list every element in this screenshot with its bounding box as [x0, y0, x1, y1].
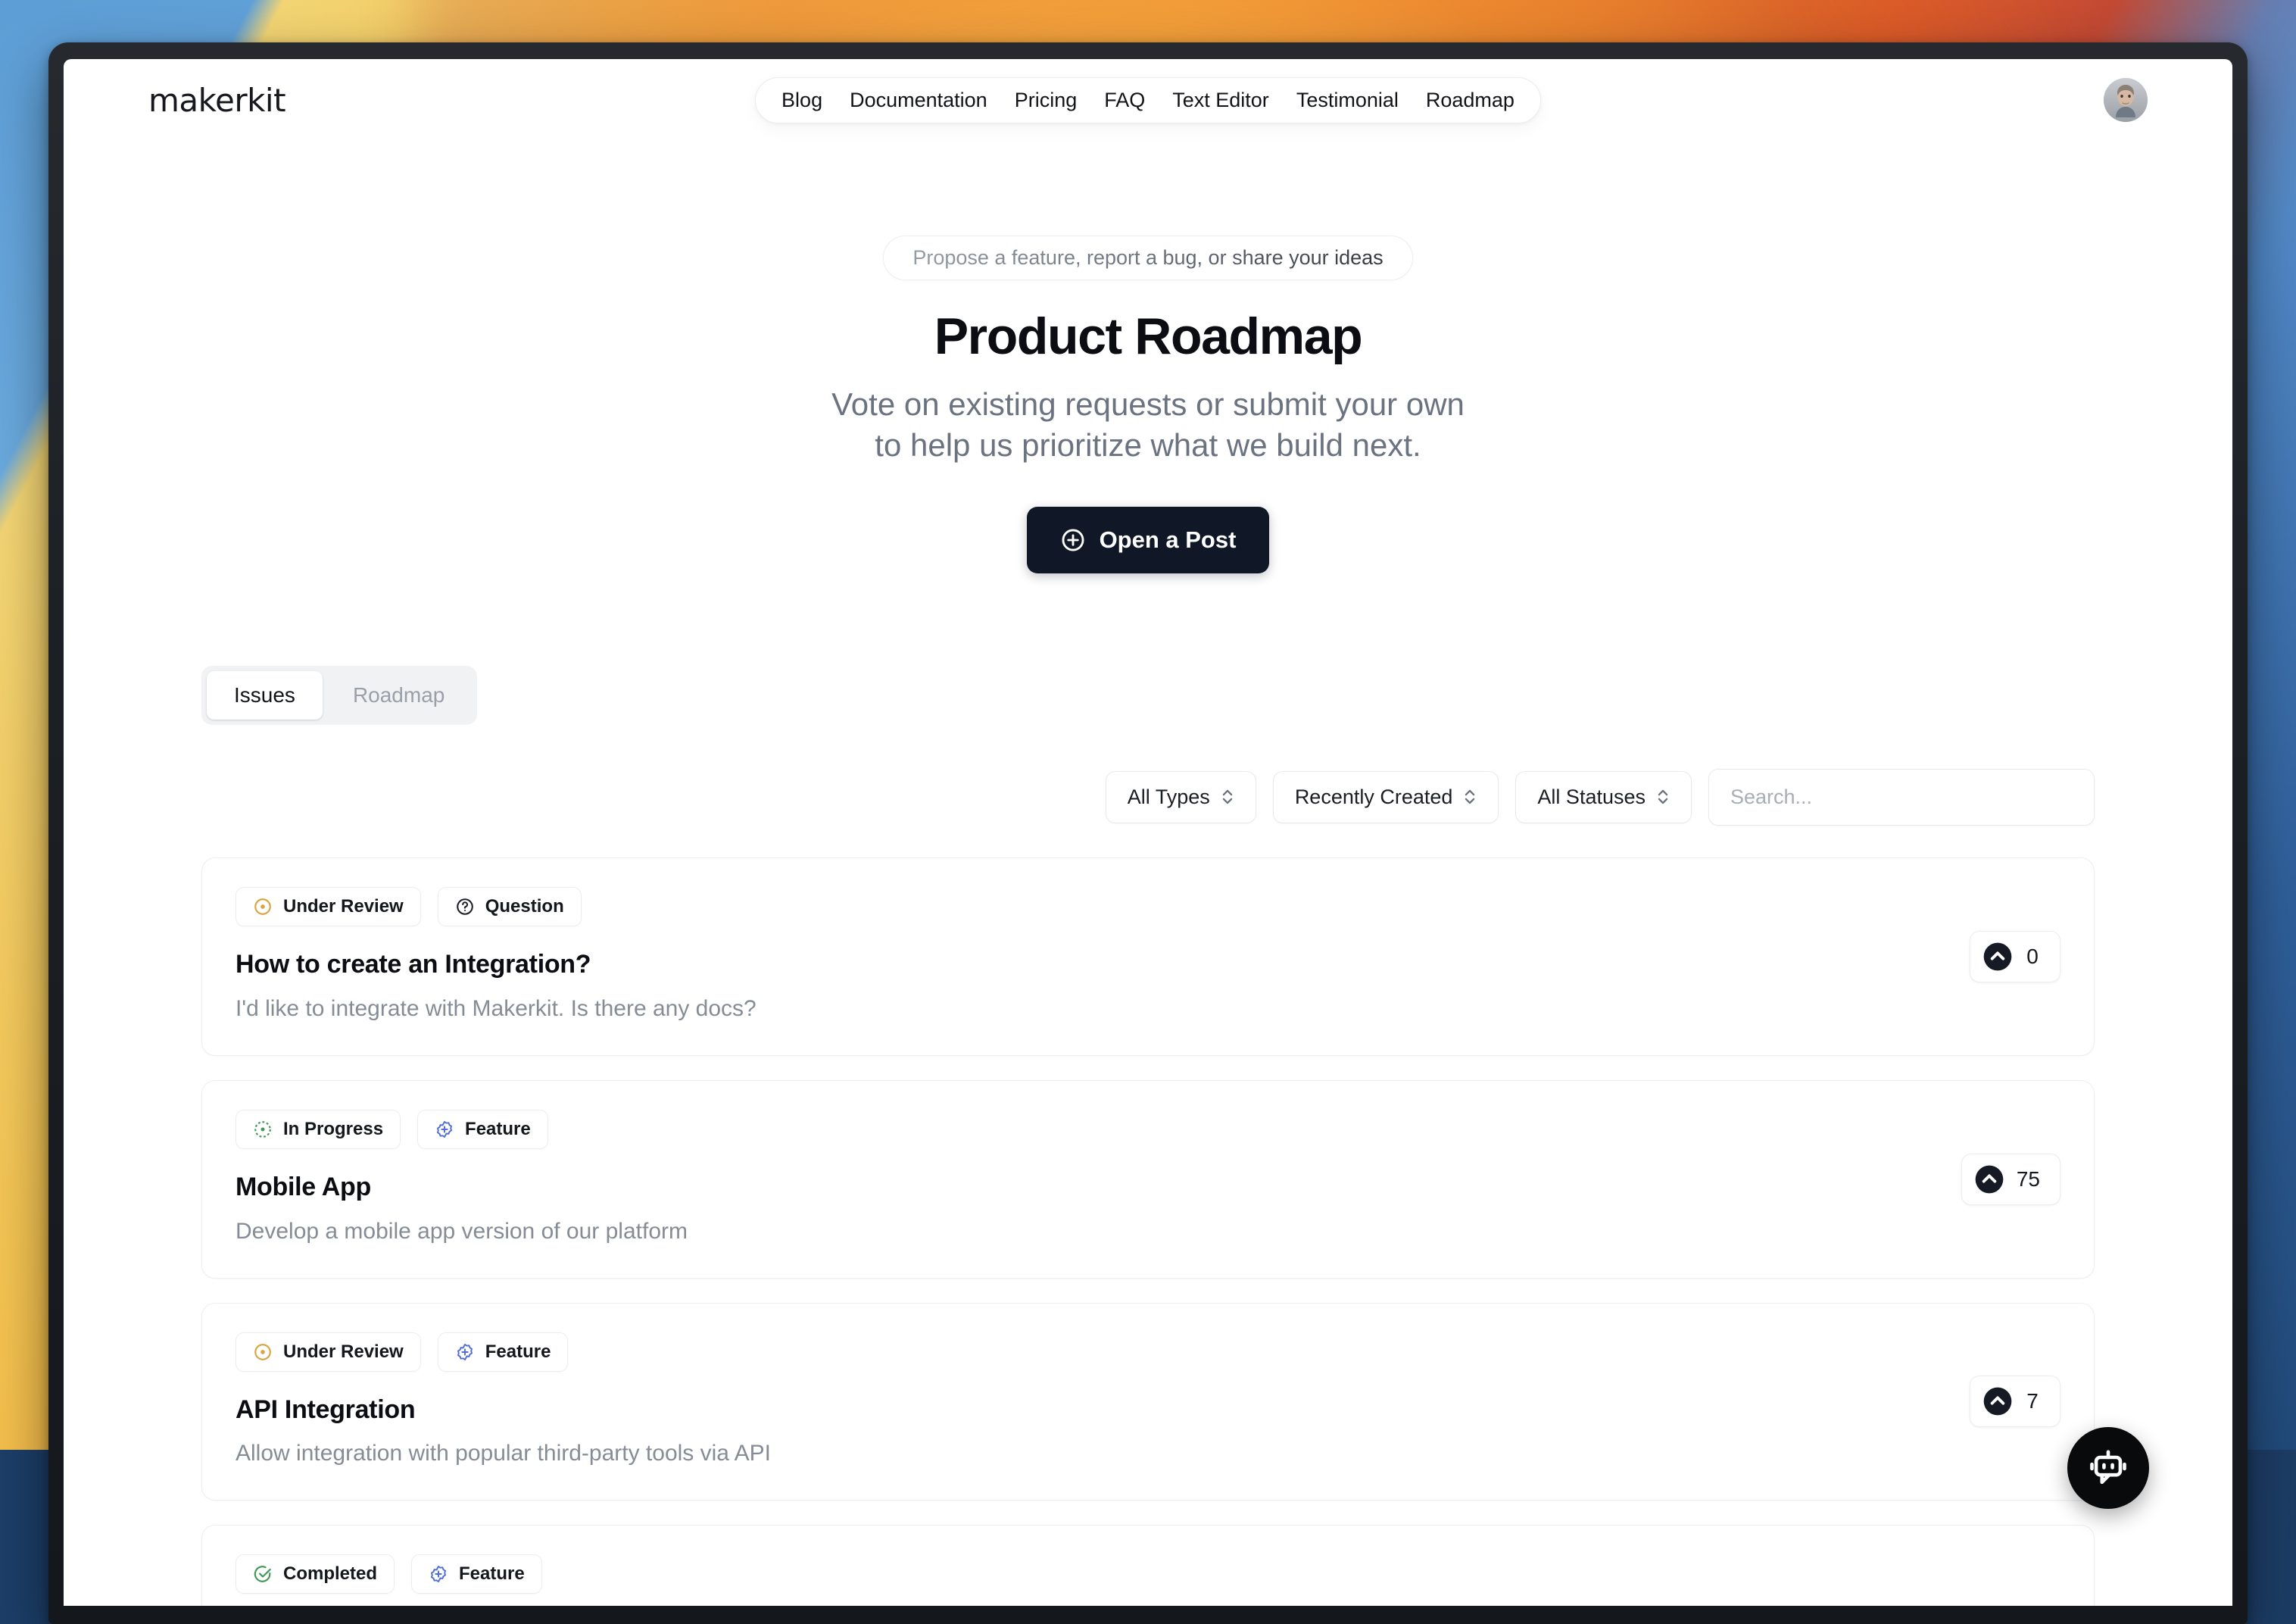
issue-title: Mobile App	[236, 1172, 371, 1201]
plus-badge-icon	[429, 1564, 448, 1584]
vote-button[interactable]: 75	[1961, 1153, 2060, 1205]
nav-link-faq[interactable]: FAQ	[1104, 89, 1145, 111]
chevron-updown-icon	[1463, 787, 1477, 807]
filter-status-value: All Statuses	[1537, 785, 1646, 808]
chat-bot-icon	[2086, 1446, 2130, 1490]
type-badge: Feature	[437, 1332, 569, 1372]
hero-subtitle: Vote on existing requests or submit your…	[64, 384, 2232, 466]
issue-card[interactable]: Completed Feature	[201, 1525, 2095, 1606]
search-input[interactable]	[1708, 768, 2095, 826]
issue-description: I'd like to integrate with Makerkit. Is …	[236, 995, 756, 1021]
plus-badge-icon	[455, 1342, 475, 1362]
nav-link-pricing[interactable]: Pricing	[1015, 89, 1078, 111]
nav-link-testimonial[interactable]: Testimonial	[1296, 89, 1399, 111]
type-badge: Question	[437, 886, 582, 926]
issue-card[interactable]: In Progress Feature Mobile App Develop a…	[201, 1079, 2095, 1279]
badge-row: In Progress Feature	[236, 1109, 2060, 1149]
plus-circle-icon	[1060, 527, 1086, 553]
desktop-background: makerkit Blog Documentation Pricing FAQ …	[0, 0, 2296, 1624]
type-badge-label: Feature	[465, 1118, 531, 1139]
hero-subtitle-line-2: to help us prioritize what we build next…	[875, 427, 1421, 464]
dashed-circle-dot-icon	[253, 1120, 273, 1139]
status-badge: Completed	[236, 1554, 395, 1594]
status-badge: Under Review	[236, 1332, 421, 1372]
page-title: Product Roadmap	[934, 308, 1363, 365]
status-badge-label: In Progress	[283, 1118, 384, 1139]
tab-issues[interactable]: Issues	[207, 670, 323, 720]
vote-count: 75	[2016, 1166, 2040, 1191]
tab-roadmap[interactable]: Roadmap	[326, 671, 472, 720]
laptop-bezel: makerkit Blog Documentation Pricing FAQ …	[48, 42, 2248, 1624]
type-badge-label: Question	[485, 895, 564, 917]
status-badge: Under Review	[236, 886, 421, 926]
badge-row: Completed Feature	[236, 1554, 2060, 1594]
dot-circle-icon	[253, 1342, 273, 1362]
type-badge: Feature	[417, 1109, 548, 1149]
vote-button[interactable]: 7	[1970, 1376, 2060, 1428]
issue-card[interactable]: Under Review Question How to create an I…	[201, 857, 2095, 1056]
avatar[interactable]	[2104, 78, 2148, 122]
tabs-row: Issues Roadmap	[64, 573, 2232, 725]
open-post-button-label: Open a Post	[1099, 526, 1237, 553]
type-badge-label: Feature	[459, 1563, 525, 1585]
issue-title: How to create an Integration?	[236, 949, 591, 979]
hero-subtitle-line-1: Vote on existing requests or submit your…	[831, 386, 1465, 423]
chat-widget-button[interactable]	[2067, 1427, 2149, 1509]
filter-status-select[interactable]: All Statuses	[1515, 770, 1692, 823]
plus-badge-icon	[435, 1120, 454, 1139]
open-post-button[interactable]: Open a Post	[1026, 506, 1270, 573]
chevron-up-circle-icon	[1982, 1386, 2013, 1416]
filter-type-value: All Types	[1127, 785, 1210, 808]
issue-description: Develop a mobile app version of our plat…	[236, 1218, 688, 1244]
view-tabs: Issues Roadmap	[201, 665, 478, 725]
nav-link-roadmap[interactable]: Roadmap	[1426, 89, 1515, 111]
filter-sort-value: Recently Created	[1294, 785, 1453, 808]
main-navigation: Blog Documentation Pricing FAQ Text Edit…	[755, 77, 1541, 123]
issue-title: API Integration	[236, 1394, 416, 1424]
filter-type-select[interactable]: All Types	[1105, 770, 1256, 823]
chevron-up-circle-icon	[1974, 1164, 2004, 1195]
brand-logo[interactable]: makerkit	[148, 82, 286, 119]
question-circle-icon	[455, 897, 475, 917]
browser-viewport: makerkit Blog Documentation Pricing FAQ …	[64, 59, 2232, 1606]
status-badge-label: Completed	[283, 1563, 378, 1585]
hero-section: Propose a feature, report a bug, or shar…	[64, 141, 2232, 573]
nav-link-documentation[interactable]: Documentation	[850, 89, 987, 111]
vote-count: 7	[2026, 1389, 2039, 1413]
badge-row: Under Review Feature	[236, 1332, 2060, 1372]
chevron-updown-icon	[1656, 787, 1670, 807]
dot-circle-icon	[253, 897, 273, 917]
issue-card[interactable]: Under Review Feature API Integration All…	[201, 1302, 2095, 1501]
issue-description: Allow integration with popular third-par…	[236, 1441, 772, 1466]
nav-link-text-editor[interactable]: Text Editor	[1172, 89, 1269, 111]
check-circle-icon	[253, 1564, 273, 1584]
site-header: makerkit Blog Documentation Pricing FAQ …	[64, 59, 2232, 141]
type-badge-label: Feature	[485, 1341, 551, 1362]
hero-badge: Propose a feature, report a bug, or shar…	[883, 236, 1413, 280]
type-badge: Feature	[411, 1554, 542, 1594]
issue-list: Under Review Question How to create an I…	[64, 826, 2232, 1606]
nav-link-blog[interactable]: Blog	[781, 89, 822, 111]
vote-button[interactable]: 0	[1970, 930, 2060, 982]
vote-count: 0	[2026, 944, 2039, 968]
status-badge-label: Under Review	[283, 1341, 404, 1362]
status-badge: In Progress	[236, 1109, 401, 1149]
filter-sort-select[interactable]: Recently Created	[1272, 770, 1499, 823]
badge-row: Under Review Question	[236, 886, 2060, 926]
filters-row: All Types Recently Created All Statuses …	[64, 725, 2232, 826]
chevron-updown-icon	[1221, 787, 1234, 807]
status-badge-label: Under Review	[283, 895, 404, 917]
chevron-up-circle-icon	[1982, 942, 2013, 972]
